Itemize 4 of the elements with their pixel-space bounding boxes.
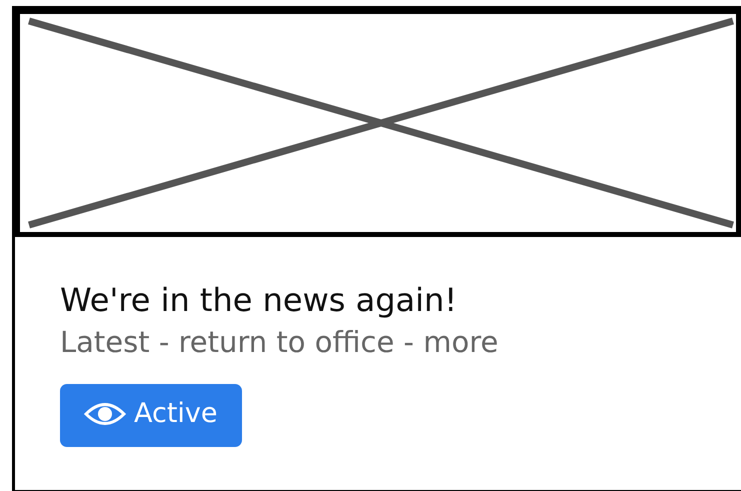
eye-icon bbox=[84, 401, 126, 428]
card-title: We're in the news again! bbox=[60, 281, 458, 320]
card-subtitle: Latest - return to office - more bbox=[60, 325, 500, 360]
active-button[interactable]: Active bbox=[60, 384, 242, 447]
